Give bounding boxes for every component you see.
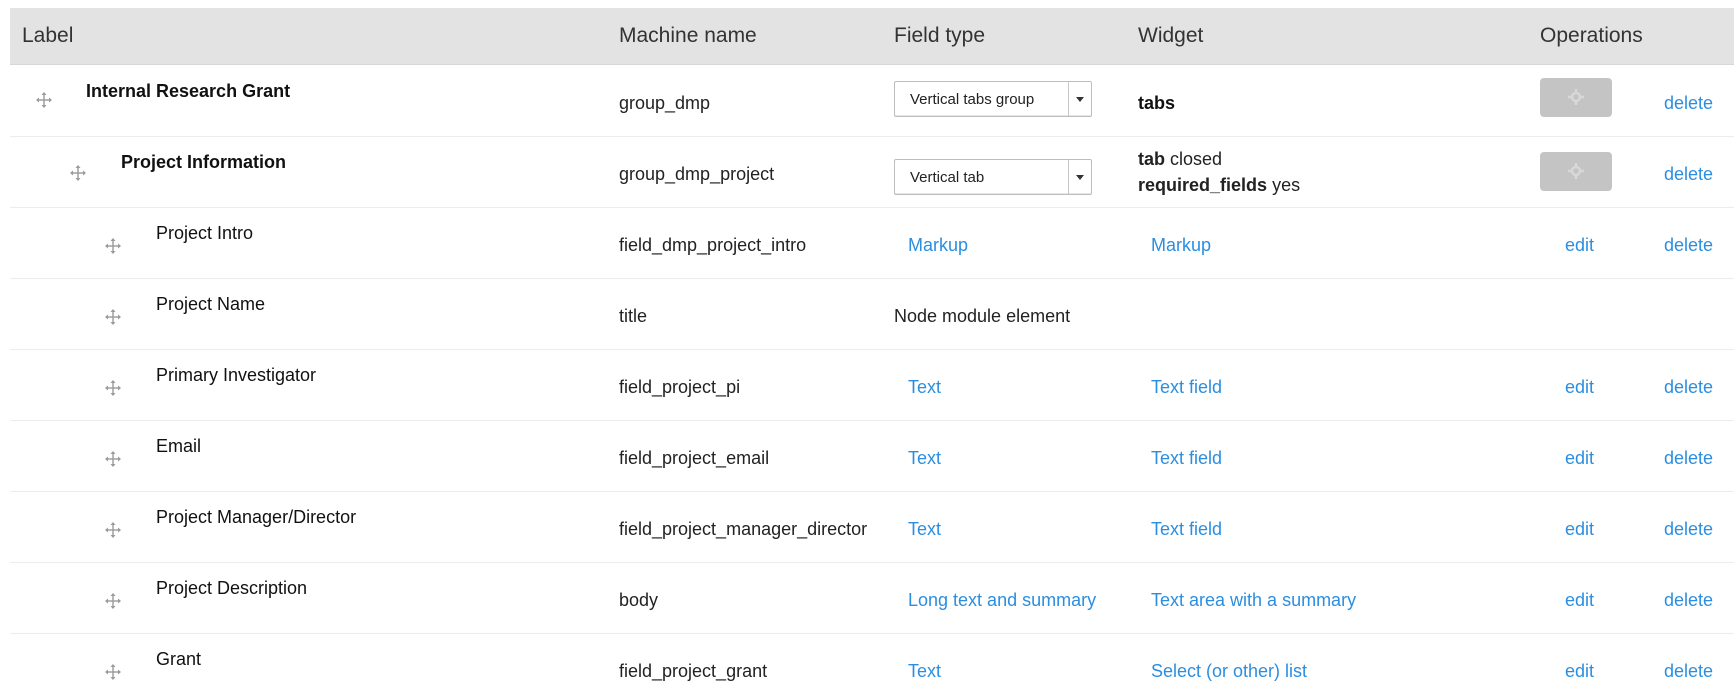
edit-link[interactable]: edit <box>1565 448 1594 469</box>
table-row: Project Information group_dmp_project Ve… <box>10 136 1734 208</box>
row-label: Project Name <box>156 294 266 314</box>
drag-handle-icon[interactable] <box>105 522 121 538</box>
edit-link[interactable]: edit <box>1565 377 1594 398</box>
delete-link[interactable]: delete <box>1664 590 1713 611</box>
field-type-select[interactable]: Vertical tab <box>894 159 1092 195</box>
widget-link[interactable]: Markup <box>1151 235 1211 256</box>
edit-link[interactable]: edit <box>1565 661 1594 682</box>
widget-setting-key: tab <box>1138 149 1165 169</box>
delete-link[interactable]: delete <box>1664 93 1713 114</box>
field-type-link[interactable]: Text <box>908 519 941 540</box>
field-type-link[interactable]: Markup <box>908 235 968 256</box>
chevron-down-icon <box>1068 82 1091 116</box>
drag-handle-icon[interactable] <box>105 451 121 467</box>
row-label: Project Manager/Director <box>156 507 357 527</box>
select-value: Vertical tabs group <box>910 91 1035 108</box>
row-label: Internal Research Grant <box>86 81 291 101</box>
field-type-link[interactable]: Text <box>908 661 941 682</box>
widget-setting-value: yes <box>1272 175 1301 195</box>
table-row: Grant field_project_grant Text Select (o… <box>10 633 1734 693</box>
drag-handle-icon[interactable] <box>70 165 86 181</box>
machine-name: field_project_email <box>619 448 770 468</box>
drag-handle-icon[interactable] <box>105 238 121 254</box>
machine-name: body <box>619 590 659 610</box>
delete-link[interactable]: delete <box>1664 661 1713 682</box>
widget-link[interactable]: Text field <box>1151 519 1222 540</box>
row-label: Grant <box>156 649 202 669</box>
widget-link[interactable]: Text field <box>1151 377 1222 398</box>
header-operations: Operations <box>1540 24 1643 47</box>
machine-name: group_dmp <box>619 93 711 113</box>
row-label: Project Description <box>156 578 308 598</box>
table-row: Internal Research Grant group_dmp Vertic… <box>10 65 1734 137</box>
delete-link[interactable]: delete <box>1664 519 1713 540</box>
table-row: Project Description body Long text and s… <box>10 562 1734 634</box>
field-type-link[interactable]: Long text and summary <box>908 590 1096 611</box>
drag-handle-icon[interactable] <box>105 593 121 609</box>
field-type-link[interactable]: Text <box>908 377 941 398</box>
machine-name: field_project_manager_director <box>619 519 868 539</box>
widget-link[interactable]: Select (or other) list <box>1151 661 1307 682</box>
drag-handle-icon[interactable] <box>36 92 52 108</box>
machine-name: title <box>619 306 648 326</box>
select-value: Vertical tab <box>910 169 985 186</box>
table-row: Project Manager/Director field_project_m… <box>10 491 1734 563</box>
machine-name: field_project_pi <box>619 377 741 397</box>
widget-link[interactable]: Text field <box>1151 448 1222 469</box>
widget-link[interactable]: Text area with a summary <box>1151 590 1356 611</box>
row-label: Project Intro <box>156 223 254 243</box>
table-row: Email field_project_email Text Text fiel… <box>10 420 1734 492</box>
delete-link[interactable]: delete <box>1664 235 1713 256</box>
field-type-select[interactable]: Vertical tabs group <box>894 81 1092 117</box>
widget-setting: tabs <box>1138 93 1176 113</box>
header-field-type: Field type <box>894 24 986 47</box>
gear-icon <box>1568 89 1584 105</box>
drag-handle-icon[interactable] <box>105 664 121 680</box>
machine-name: field_dmp_project_intro <box>619 235 807 255</box>
machine-name: group_dmp_project <box>619 164 775 184</box>
row-label: Project Information <box>121 152 287 172</box>
delete-link[interactable]: delete <box>1664 448 1713 469</box>
gear-icon <box>1568 163 1584 179</box>
table-row: Primary Investigator field_project_pi Te… <box>10 349 1734 421</box>
chevron-down-icon <box>1068 160 1091 194</box>
table-row: Project Intro field_dmp_project_intro Ma… <box>10 207 1734 279</box>
widget-setting-value: closed <box>1170 149 1223 169</box>
widget-settings: tab closed required_fields yes <box>1138 146 1300 198</box>
machine-name: field_project_grant <box>619 661 768 681</box>
field-type-text: Node module element <box>894 306 1071 326</box>
manage-fields-table: Label Machine name Field type Widget Ope… <box>10 8 1734 693</box>
settings-button[interactable] <box>1540 152 1612 191</box>
delete-link[interactable]: delete <box>1664 164 1713 185</box>
header-widget: Widget <box>1138 24 1204 47</box>
field-type-link[interactable]: Text <box>908 448 941 469</box>
row-label: Primary Investigator <box>156 365 317 385</box>
edit-link[interactable]: edit <box>1565 519 1594 540</box>
drag-handle-icon[interactable] <box>105 309 121 325</box>
header-label: Label <box>22 24 74 47</box>
table-row: Project Name title Node module element <box>10 278 1734 350</box>
delete-link[interactable]: delete <box>1664 377 1713 398</box>
header-machine-name: Machine name <box>619 24 757 47</box>
widget-setting-key: required_fields <box>1138 175 1268 195</box>
table-header: Label Machine name Field type Widget Ope… <box>10 8 1734 65</box>
settings-button[interactable] <box>1540 78 1612 117</box>
row-label: Email <box>156 436 202 456</box>
edit-link[interactable]: edit <box>1565 235 1594 256</box>
drag-handle-icon[interactable] <box>105 380 121 396</box>
edit-link[interactable]: edit <box>1565 590 1594 611</box>
